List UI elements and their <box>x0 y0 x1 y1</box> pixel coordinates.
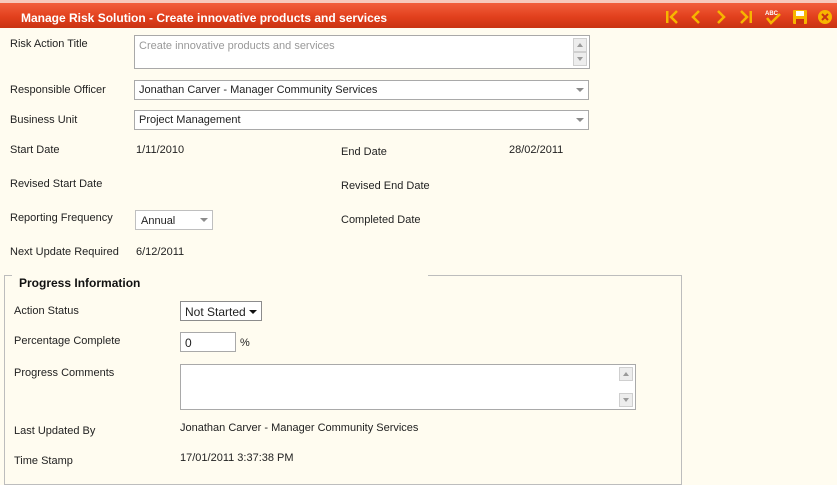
business-unit-label: Business Unit <box>10 114 78 126</box>
time-stamp-label: Time Stamp <box>14 455 73 467</box>
next-update-required-value: 6/12/2011 <box>136 246 185 258</box>
business-unit-value: Project Management <box>139 114 241 126</box>
completed-date-label: Completed Date <box>341 214 421 226</box>
window-title: Manage Risk Solution - Create innovative… <box>21 11 388 25</box>
scroll-up-icon[interactable] <box>619 367 633 381</box>
scroll-down-icon[interactable] <box>619 393 633 407</box>
risk-action-title-value: Create innovative products and services <box>139 40 335 52</box>
percentage-complete-input[interactable]: 0 <box>180 332 236 352</box>
risk-action-title-label: Risk Action Title <box>10 38 88 50</box>
last-updated-by-label: Last Updated By <box>14 425 96 437</box>
chevron-down-icon <box>249 310 257 314</box>
spellcheck-icon[interactable]: ABC <box>763 8 783 26</box>
reporting-frequency-label: Reporting Frequency <box>10 212 113 224</box>
window-titlebar: Manage Risk Solution - Create innovative… <box>0 0 837 28</box>
action-status-select[interactable]: Not Started <box>180 301 262 321</box>
end-date-value: 28/02/2011 <box>509 144 564 156</box>
chevron-down-icon <box>200 218 208 222</box>
scroll-down-icon[interactable] <box>573 52 587 66</box>
progress-comments-scrollbar[interactable] <box>619 367 633 407</box>
close-icon[interactable] <box>815 8 835 26</box>
percent-unit: % <box>240 337 250 349</box>
scroll-up-icon[interactable] <box>573 38 587 52</box>
progress-comments-field[interactable] <box>180 364 636 410</box>
action-status-label: Action Status <box>14 305 79 317</box>
next-update-required-label: Next Update Required <box>10 246 119 258</box>
start-date-label: Start Date <box>10 144 60 156</box>
action-status-value: Not Started <box>185 305 246 319</box>
last-updated-by-value: Jonathan Carver - Manager Community Serv… <box>180 422 419 434</box>
business-unit-select[interactable]: Project Management <box>134 110 589 130</box>
save-icon[interactable] <box>790 8 810 26</box>
revised-end-date-label: Revised End Date <box>341 180 430 192</box>
risk-action-title-field[interactable]: Create innovative products and services <box>134 35 590 69</box>
reporting-frequency-value: Annual <box>141 215 176 227</box>
chevron-down-icon <box>576 118 584 122</box>
responsible-officer-select[interactable]: Jonathan Carver - Manager Community Serv… <box>134 80 589 100</box>
percentage-complete-value: 0 <box>185 336 192 350</box>
risk-action-title-scrollbar[interactable] <box>573 38 587 66</box>
end-date-label: End Date <box>341 146 387 158</box>
percentage-complete-label: Percentage Complete <box>14 335 121 347</box>
last-record-icon[interactable] <box>736 8 756 26</box>
reporting-frequency-select[interactable]: Annual <box>135 210 213 230</box>
previous-record-icon[interactable] <box>686 8 706 26</box>
next-record-icon[interactable] <box>711 8 731 26</box>
first-record-icon[interactable] <box>662 8 682 26</box>
progress-information-legend: Progress Information <box>19 276 141 290</box>
time-stamp-value: 17/01/2011 3:37:38 PM <box>180 452 294 464</box>
revised-start-date-label: Revised Start Date <box>10 178 103 190</box>
progress-comments-label: Progress Comments <box>14 367 115 379</box>
chevron-down-icon <box>576 88 584 92</box>
responsible-officer-label: Responsible Officer <box>10 84 106 96</box>
start-date-value: 1/11/2010 <box>136 144 185 156</box>
responsible-officer-value: Jonathan Carver - Manager Community Serv… <box>139 84 378 96</box>
